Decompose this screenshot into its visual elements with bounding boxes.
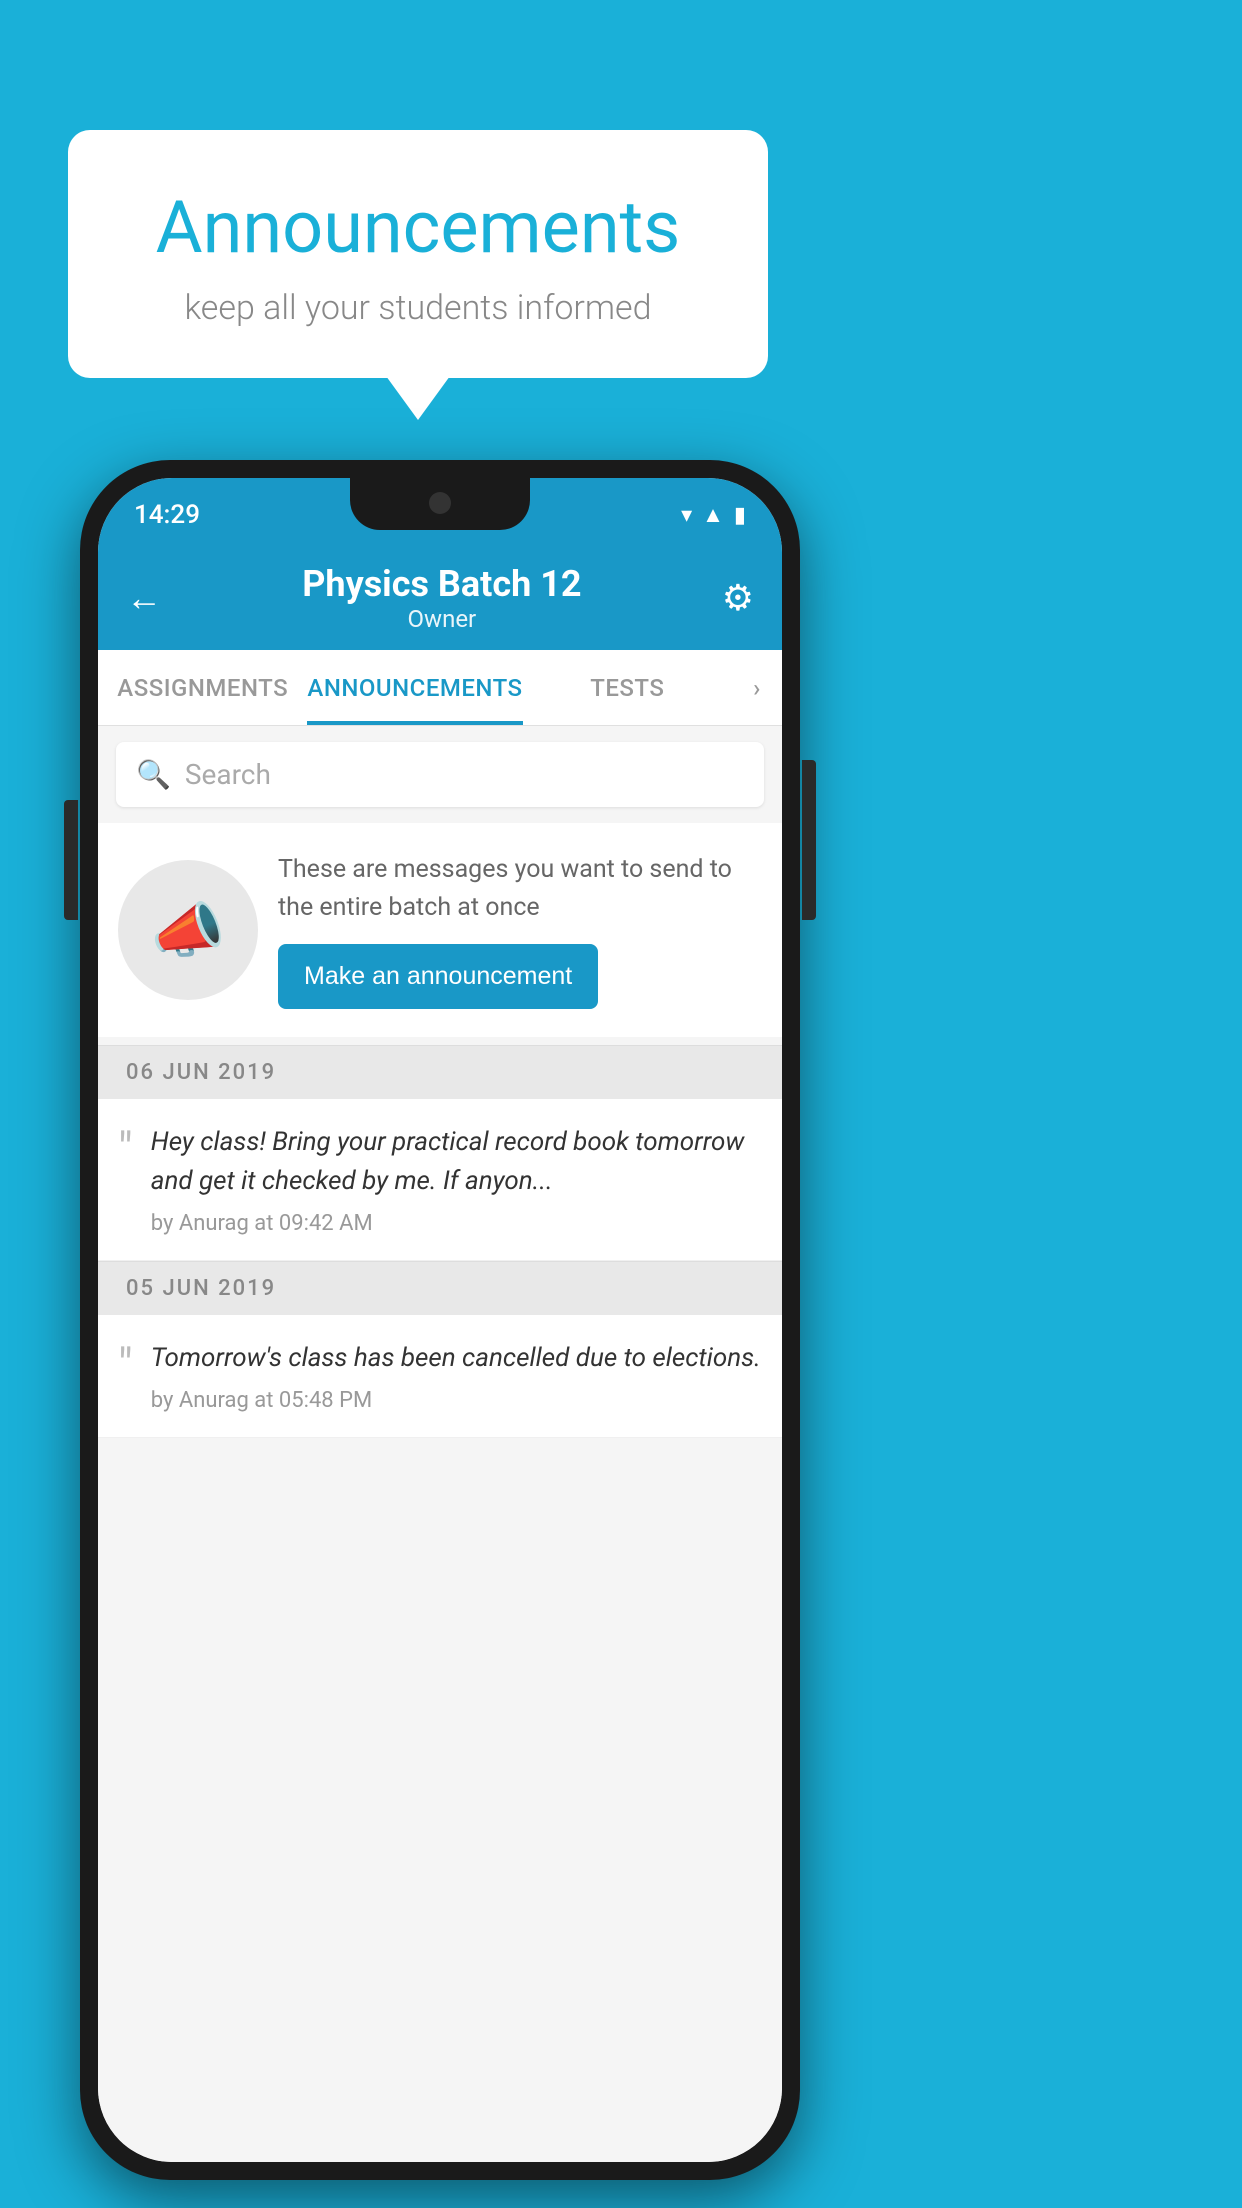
make-announcement-button[interactable]: Make an announcement: [278, 944, 598, 1009]
content-area: 🔍 Search 📣 These are messages you want t…: [98, 726, 782, 2162]
signal-icon: ▲: [702, 502, 724, 528]
phone-screen: 14:29 ▾ ▲ ▮ ← Physics Batch 12 Owner ⚙: [98, 478, 782, 2162]
date-separator-2: 05 JUN 2019: [98, 1261, 782, 1315]
phone-outer: 14:29 ▾ ▲ ▮ ← Physics Batch 12 Owner ⚙: [80, 460, 800, 2180]
app-header: ← Physics Batch 12 Owner ⚙: [98, 546, 782, 650]
announcement-meta-1: by Anurag at 09:42 AM: [151, 1211, 762, 1236]
quote-icon: ": [118, 1127, 133, 1173]
quote-icon-2: ": [118, 1343, 133, 1389]
camera-notch: [429, 492, 451, 514]
back-button[interactable]: ←: [126, 577, 162, 619]
tab-assignments[interactable]: ASSIGNMENTS: [98, 650, 307, 725]
tabs-bar: ASSIGNMENTS ANNOUNCEMENTS TESTS ›: [98, 650, 782, 726]
bubble-subtitle: keep all your students informed: [128, 288, 708, 328]
search-bar[interactable]: 🔍 Search: [116, 742, 764, 807]
megaphone-icon: 📣: [151, 895, 226, 966]
speech-bubble: Announcements keep all your students inf…: [68, 130, 768, 378]
search-placeholder: Search: [185, 758, 271, 791]
prompt-right: These are messages you want to send to t…: [278, 851, 762, 1009]
header-subtitle: Owner: [302, 605, 581, 633]
date-separator-1: 06 JUN 2019: [98, 1045, 782, 1099]
search-icon: 🔍: [136, 758, 171, 791]
wifi-icon: ▾: [681, 503, 692, 528]
tab-tests[interactable]: TESTS: [523, 650, 732, 725]
megaphone-circle: 📣: [118, 860, 258, 1000]
announcement-prompt: 📣 These are messages you want to send to…: [98, 823, 782, 1037]
phone-notch: [350, 478, 530, 530]
status-time: 14:29: [134, 500, 200, 530]
bubble-title: Announcements: [128, 185, 708, 270]
phone-wrapper: 14:29 ▾ ▲ ▮ ← Physics Batch 12 Owner ⚙: [80, 460, 800, 2180]
announcement-content-2: Tomorrow's class has been cancelled due …: [151, 1339, 762, 1413]
tab-more[interactable]: ›: [732, 650, 782, 725]
status-icons: ▾ ▲ ▮: [681, 502, 746, 528]
prompt-description: These are messages you want to send to t…: [278, 851, 762, 926]
announcement-meta-2: by Anurag at 05:48 PM: [151, 1388, 762, 1413]
announcement-text-1: Hey class! Bring your practical record b…: [151, 1123, 762, 1201]
announcement-text-2: Tomorrow's class has been cancelled due …: [151, 1339, 762, 1378]
header-title: Physics Batch 12: [302, 563, 581, 605]
announcement-item-1[interactable]: " Hey class! Bring your practical record…: [98, 1099, 782, 1261]
speech-bubble-wrapper: Announcements keep all your students inf…: [68, 130, 768, 378]
settings-button[interactable]: ⚙: [722, 577, 754, 619]
announcement-item-2[interactable]: " Tomorrow's class has been cancelled du…: [98, 1315, 782, 1438]
announcement-content-1: Hey class! Bring your practical record b…: [151, 1123, 762, 1236]
tab-announcements[interactable]: ANNOUNCEMENTS: [307, 650, 522, 725]
header-center: Physics Batch 12 Owner: [302, 563, 581, 633]
battery-icon: ▮: [734, 503, 746, 528]
